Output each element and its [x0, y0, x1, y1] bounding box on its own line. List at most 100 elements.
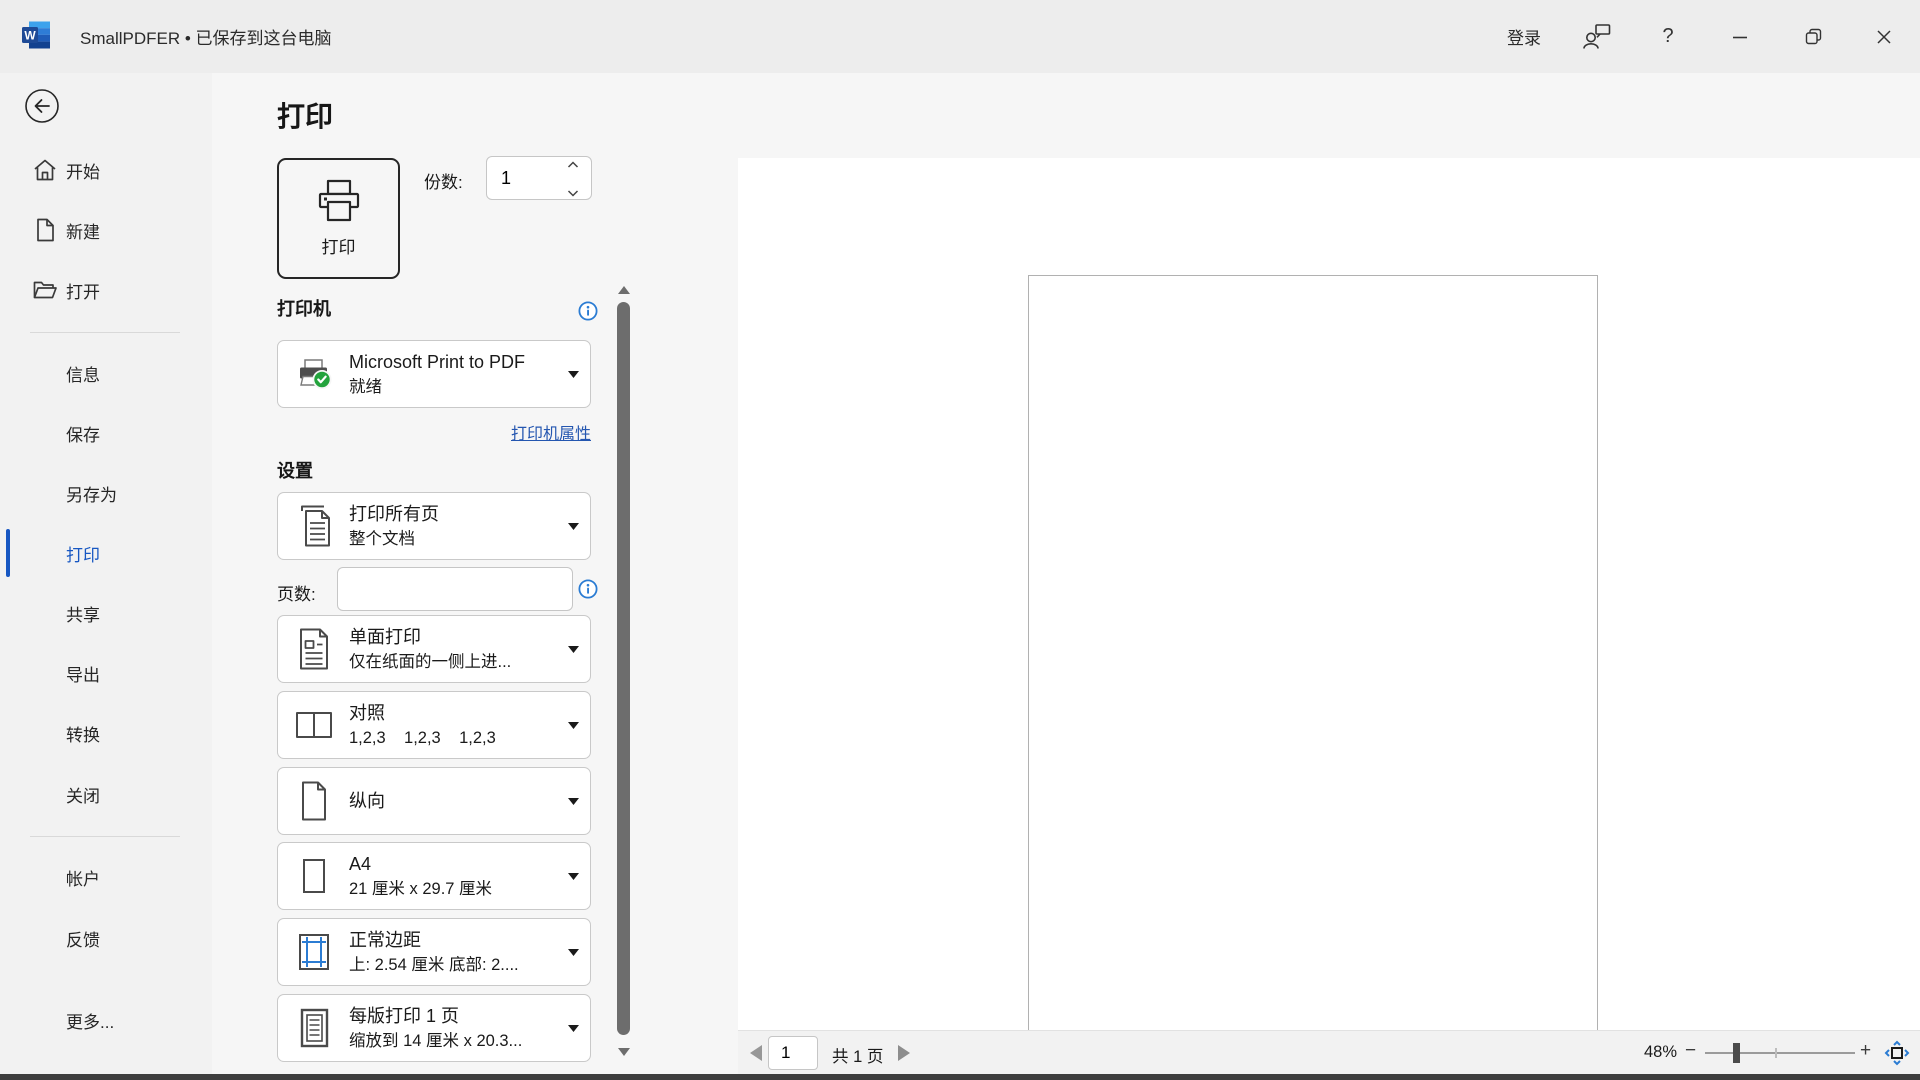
svg-text:W: W [24, 29, 36, 43]
preview-page [1028, 275, 1598, 1077]
sidebar-item-export[interactable]: 导出 [0, 653, 212, 693]
page-title: 打印 [277, 95, 333, 135]
sidebar-item-save[interactable]: 保存 [0, 413, 212, 453]
sidebar-item-transform[interactable]: 转换 [0, 713, 212, 753]
chevron-down-icon [568, 798, 579, 805]
page-count-label: 共 1 页 [832, 1043, 883, 1067]
zoom-slider[interactable] [1705, 1052, 1855, 1054]
zoom-slider-thumb[interactable] [1733, 1043, 1740, 1063]
feedback-person-icon[interactable] [1574, 0, 1620, 73]
print-button[interactable]: 打印 [277, 158, 400, 279]
printer-name: Microsoft Print to PDF [349, 349, 556, 375]
zoom-out-button[interactable]: − [1685, 1040, 1696, 1062]
sign-in-button[interactable]: 登录 [1492, 0, 1556, 73]
previous-page-icon [750, 1045, 762, 1061]
close-icon [1876, 29, 1892, 45]
preview-statusbar: 共 1 页 48% − + [738, 1030, 1920, 1074]
print-button-label: 打印 [322, 233, 356, 258]
titlebar: W SmallPDFER • 已保存到这台电脑 登录 ? [0, 0, 1920, 73]
one-sided-icon [278, 627, 349, 671]
chevron-down-icon [568, 1025, 579, 1032]
sidebar-item-more[interactable]: 更多... [0, 1000, 212, 1040]
spin-down-icon[interactable] [567, 189, 579, 197]
copies-stepper[interactable] [486, 156, 592, 200]
pages-label: 页数: [277, 580, 316, 605]
sidebar-item-share[interactable]: 共享 [0, 593, 212, 633]
chevron-down-icon [568, 949, 579, 956]
window-bottom-edge [0, 1074, 1920, 1080]
next-page-icon [898, 1045, 910, 1061]
help-button[interactable]: ? [1645, 0, 1691, 73]
zoom-in-button[interactable]: + [1860, 1040, 1871, 1062]
paper-size-icon [278, 857, 349, 895]
printer-selector[interactable]: Microsoft Print to PDF 就绪 [277, 340, 591, 408]
sidebar-item-account[interactable]: 帐户 [0, 857, 212, 897]
paper-size-selector[interactable]: A4 21 厘米 x 29.7 厘米 [277, 842, 591, 910]
restore-button[interactable] [1790, 0, 1836, 73]
scroll-down-icon[interactable] [618, 1048, 630, 1056]
duplex-selector[interactable]: 单面打印 仅在纸面的一侧上进... [277, 615, 591, 683]
sidebar-item-save-as[interactable]: 另存为 [0, 473, 212, 513]
sidebar-item-info[interactable]: 信息 [0, 353, 212, 393]
sidebar-divider [30, 836, 180, 837]
back-button[interactable] [24, 88, 60, 124]
printer-properties-link[interactable]: 打印机属性 [277, 420, 591, 444]
zoom-level: 48% [1631, 1043, 1677, 1062]
margins-selector[interactable]: 正常边距 上: 2.54 厘米 底部: 2.... [277, 918, 591, 986]
chevron-down-icon [568, 371, 579, 378]
collated-icon [278, 709, 349, 741]
pages-per-sheet-icon [278, 1007, 349, 1049]
new-document-icon [32, 217, 58, 243]
spin-up-icon[interactable] [567, 161, 579, 169]
close-button[interactable] [1861, 0, 1907, 73]
print-settings-panel: 打印 打印 份数: 打印机 [212, 73, 738, 1074]
zoom-to-page-button[interactable] [1884, 1040, 1910, 1066]
printer-status: 就绪 [349, 375, 556, 399]
zoom-slider-tick [1775, 1048, 1777, 1058]
settings-section-heading: 设置 [277, 457, 313, 483]
chevron-down-icon [568, 646, 579, 653]
next-page-button[interactable] [898, 1045, 910, 1061]
print-all-pages-icon [278, 504, 349, 548]
copies-input[interactable] [501, 157, 553, 199]
preview-canvas [738, 158, 1920, 1030]
chevron-down-icon [568, 873, 579, 880]
printer-section-heading: 打印机 [277, 295, 331, 321]
scrollbar-thumb[interactable] [617, 302, 630, 1035]
sidebar-divider [30, 332, 180, 333]
chevron-down-icon [568, 523, 579, 530]
previous-page-button[interactable] [750, 1045, 762, 1061]
help-icon: ? [1662, 25, 1673, 48]
portrait-icon [278, 780, 349, 822]
fit-page-icon [1884, 1040, 1910, 1066]
sidebar-item-new[interactable]: 新建 [0, 210, 212, 250]
margins-icon [278, 931, 349, 973]
info-icon[interactable] [578, 579, 598, 599]
info-icon[interactable] [578, 301, 598, 321]
minimize-icon [1732, 29, 1748, 45]
restore-icon [1805, 28, 1822, 45]
copies-label: 份数: [424, 168, 463, 193]
print-range-selector[interactable]: 打印所有页 整个文档 [277, 492, 591, 560]
word-logo-icon: W [20, 20, 52, 52]
sidebar-item-home[interactable]: 开始 [0, 150, 212, 190]
printer-device-icon [278, 358, 349, 390]
minimize-button[interactable] [1717, 0, 1763, 73]
pages-per-sheet-selector[interactable]: 每版打印 1 页 缩放到 14 厘米 x 20.3... [277, 994, 591, 1062]
printer-icon [313, 179, 365, 223]
sidebar-item-feedback[interactable]: 反馈 [0, 918, 212, 958]
orientation-selector[interactable]: 纵向 [277, 767, 591, 835]
sidebar-item-close[interactable]: 关闭 [0, 774, 212, 814]
chevron-down-icon [568, 722, 579, 729]
scroll-up-icon[interactable] [618, 286, 630, 294]
sidebar-item-open[interactable]: 打开 [0, 270, 212, 310]
print-preview-pane: 共 1 页 48% − + [738, 73, 1920, 1074]
current-page-input[interactable] [768, 1036, 818, 1070]
pages-range-input[interactable] [337, 567, 573, 611]
collation-selector[interactable]: 对照 1,2,3 1,2,3 1,2,3 [277, 691, 591, 759]
word-print-backstage: W SmallPDFER • 已保存到这台电脑 登录 ? [0, 0, 1920, 1080]
home-icon [32, 157, 58, 183]
open-folder-icon [32, 277, 58, 303]
back-arrow-icon [24, 88, 60, 124]
sidebar-item-print[interactable]: 打印 [0, 533, 212, 573]
